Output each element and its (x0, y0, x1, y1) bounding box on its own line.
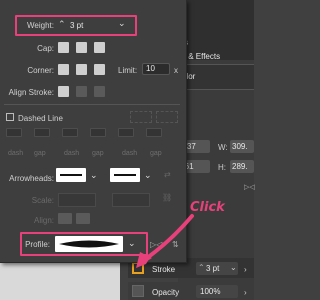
limit-unit: x (174, 66, 178, 75)
flip-icon[interactable]: ▷◁ (244, 183, 255, 191)
round-cap-icon[interactable] (76, 42, 87, 53)
opacity-field[interactable]: 100% (196, 285, 238, 298)
gap-label: gap (150, 150, 162, 157)
projecting-cap-icon[interactable] (94, 42, 105, 53)
chevron-down-icon[interactable]: ⌄ (90, 170, 98, 181)
end-arrowhead-select[interactable] (110, 168, 140, 182)
preserve-dash-icon[interactable] (130, 111, 152, 123)
align-stroke-label: Align Stroke: (8, 88, 54, 97)
corner-label: Corner: (27, 66, 54, 75)
limit-input[interactable]: 10 (142, 63, 170, 75)
w-label: W: (218, 143, 228, 152)
cap-label: Cap: (37, 44, 54, 53)
arrowheads-label: Arrowheads: (9, 174, 54, 183)
chevron-down-icon[interactable]: ⌄ (118, 18, 126, 29)
chevron-down-icon[interactable]: ⌄ (144, 170, 152, 181)
line-icon (60, 174, 82, 176)
profile-select[interactable] (55, 236, 123, 252)
dash-label: dash (122, 150, 138, 157)
gap-label: gap (92, 150, 104, 157)
stroke-weight-field[interactable]: ⌃ 3 pt ⌄ (196, 262, 238, 275)
opacity-value: 100% (200, 287, 221, 296)
end-scale-field[interactable] (112, 193, 150, 207)
stepper-icon[interactable]: ⌃ (58, 19, 66, 30)
w-value: 309. (232, 142, 248, 151)
dash-label: dash (64, 150, 80, 157)
tab-effects[interactable]: s & Effects (182, 52, 220, 61)
align-label: Align: (33, 216, 54, 225)
dash-label: dash (8, 150, 24, 157)
h-value: 289. (232, 162, 248, 171)
gap-label: gap (34, 150, 46, 157)
divider (4, 104, 180, 105)
profile-label: Profile: (25, 240, 50, 249)
dashed-line-label[interactable]: Dashed Line (18, 114, 63, 123)
chevron-right-icon[interactable]: › (244, 265, 247, 274)
opacity-label[interactable]: Opacity (152, 288, 179, 297)
limit-label: Limit: (118, 66, 138, 75)
color-tab[interactable]: olor (178, 64, 254, 90)
h-field[interactable]: 289. (230, 160, 254, 173)
round-join-icon[interactable] (76, 64, 87, 75)
align-inside-icon[interactable] (76, 86, 87, 97)
w-field[interactable]: 309. (230, 140, 254, 153)
weight-label: Weight: (27, 21, 54, 30)
arrow-align-extend-icon[interactable] (58, 213, 72, 224)
dashed-checkbox[interactable] (6, 113, 14, 121)
chevron-down-icon[interactable]: ⌄ (230, 263, 237, 272)
align-center-icon[interactable] (58, 86, 69, 97)
align-outside-icon[interactable] (94, 86, 105, 97)
width-profile-icon (59, 240, 119, 248)
line-icon (114, 174, 136, 176)
miter-join-icon[interactable] (58, 64, 69, 75)
limit-value: 10 (146, 64, 155, 73)
link-icon[interactable]: ⛓ (162, 193, 172, 202)
start-scale-field[interactable] (58, 193, 96, 207)
gap-field[interactable] (34, 128, 50, 137)
dash-field[interactable] (62, 128, 78, 137)
chevron-right-icon[interactable]: › (244, 288, 247, 297)
panel-tabs-area: s s & Effects (178, 0, 254, 61)
bevel-join-icon[interactable] (94, 64, 105, 75)
scale-label: Scale: (31, 196, 54, 205)
start-arrowhead-select[interactable] (56, 168, 86, 182)
swap-arrows-icon[interactable]: ⇄ (164, 170, 171, 179)
weight-value[interactable]: 3 pt (70, 21, 83, 30)
arrow-align-place-icon[interactable] (76, 213, 90, 224)
stroke-weight-value: 3 pt (206, 264, 220, 273)
dash-field[interactable] (6, 128, 22, 137)
dash-field[interactable] (118, 128, 134, 137)
gap-field[interactable] (146, 128, 162, 137)
align-dash-icon[interactable] (156, 111, 178, 123)
opacity-icon (132, 285, 144, 297)
gap-field[interactable] (90, 128, 106, 137)
butt-cap-icon[interactable] (58, 42, 69, 53)
h-label: H: (218, 163, 226, 172)
arrow-annotation (136, 214, 194, 268)
